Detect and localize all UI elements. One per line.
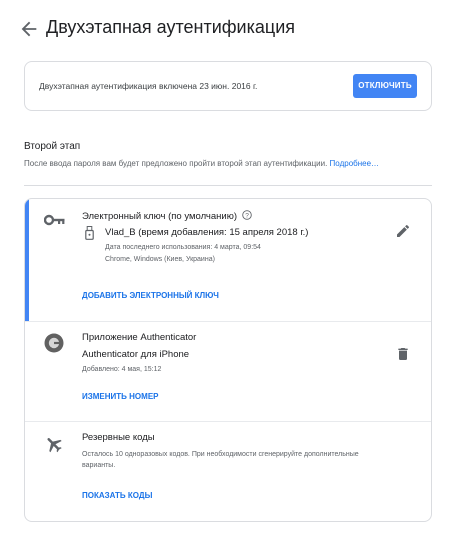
backup-codes-desc-line1: Осталось 10 одноразовых кодов. При необх…	[82, 451, 359, 458]
backup-codes-desc-line2: варианты.	[82, 462, 116, 469]
status-text: Двухэтапная аутентификация включена 23 и…	[39, 81, 258, 91]
disable-button[interactable]: ОТКЛЮЧИТЬ	[353, 74, 417, 98]
airplane-icon	[44, 434, 64, 459]
status-card: Двухэтапная аутентификация включена 23 и…	[24, 61, 432, 111]
delete-trash-icon[interactable]	[395, 346, 411, 362]
svg-text:?: ?	[245, 212, 249, 219]
authenticator-title: Приложение Authenticator	[82, 332, 197, 343]
security-key-name: Vlad_B (время добавления: 15 апреля 2018…	[105, 227, 309, 238]
security-key-method: Электронный ключ (по умолчанию)? Vlad_B …	[25, 199, 431, 321]
help-icon[interactable]: ?	[242, 210, 252, 223]
usb-key-icon	[85, 226, 94, 245]
page-title: Двухэтапная аутентификация	[46, 17, 296, 37]
authenticator-app: Authenticator для iPhone	[82, 349, 190, 360]
learn-more-link[interactable]: Подробнее…	[330, 159, 380, 168]
backup-codes-method: Резервные коды Осталось 10 одноразовых к…	[25, 421, 431, 521]
show-codes-link[interactable]: ПОКАЗАТЬ КОДЫ	[82, 491, 152, 500]
key-icon	[43, 213, 66, 232]
edit-pencil-icon[interactable]	[395, 223, 411, 239]
backup-codes-title: Резервные коды	[82, 432, 155, 443]
change-number-link[interactable]: ИЗМЕНИТЬ НОМЕР	[82, 392, 158, 401]
divider	[24, 185, 432, 186]
security-key-title-text: Электронный ключ (по умолчанию)	[82, 211, 237, 223]
security-key-last-used: Дата последнего использования: 4 марта, …	[105, 244, 261, 251]
add-security-key-link[interactable]: ДОБАВИТЬ ЭЛЕКТРОННЫЙ КЛЮЧ	[82, 291, 219, 300]
security-key-title: Электронный ключ (по умолчанию)?	[82, 210, 252, 223]
second-step-methods: Электронный ключ (по умолчанию)? Vlad_B …	[24, 198, 432, 522]
second-step-title: Второй этап	[24, 141, 81, 152]
security-key-device: Chrome, Windows (Киев, Украина)	[105, 256, 215, 263]
second-step-description-text: После ввода пароля вам будет предложено …	[24, 159, 328, 168]
authenticator-added: Добавлено: 4 мая, 15:12	[82, 366, 162, 373]
page-header: Двухэтапная аутентификация	[0, 0, 450, 58]
authenticator-method: Приложение Authenticator Authenticator д…	[25, 321, 431, 421]
back-arrow-icon[interactable]	[18, 18, 40, 40]
authenticator-app-icon	[44, 333, 64, 358]
second-step-description: После ввода пароля вам будет предложено …	[24, 159, 379, 168]
